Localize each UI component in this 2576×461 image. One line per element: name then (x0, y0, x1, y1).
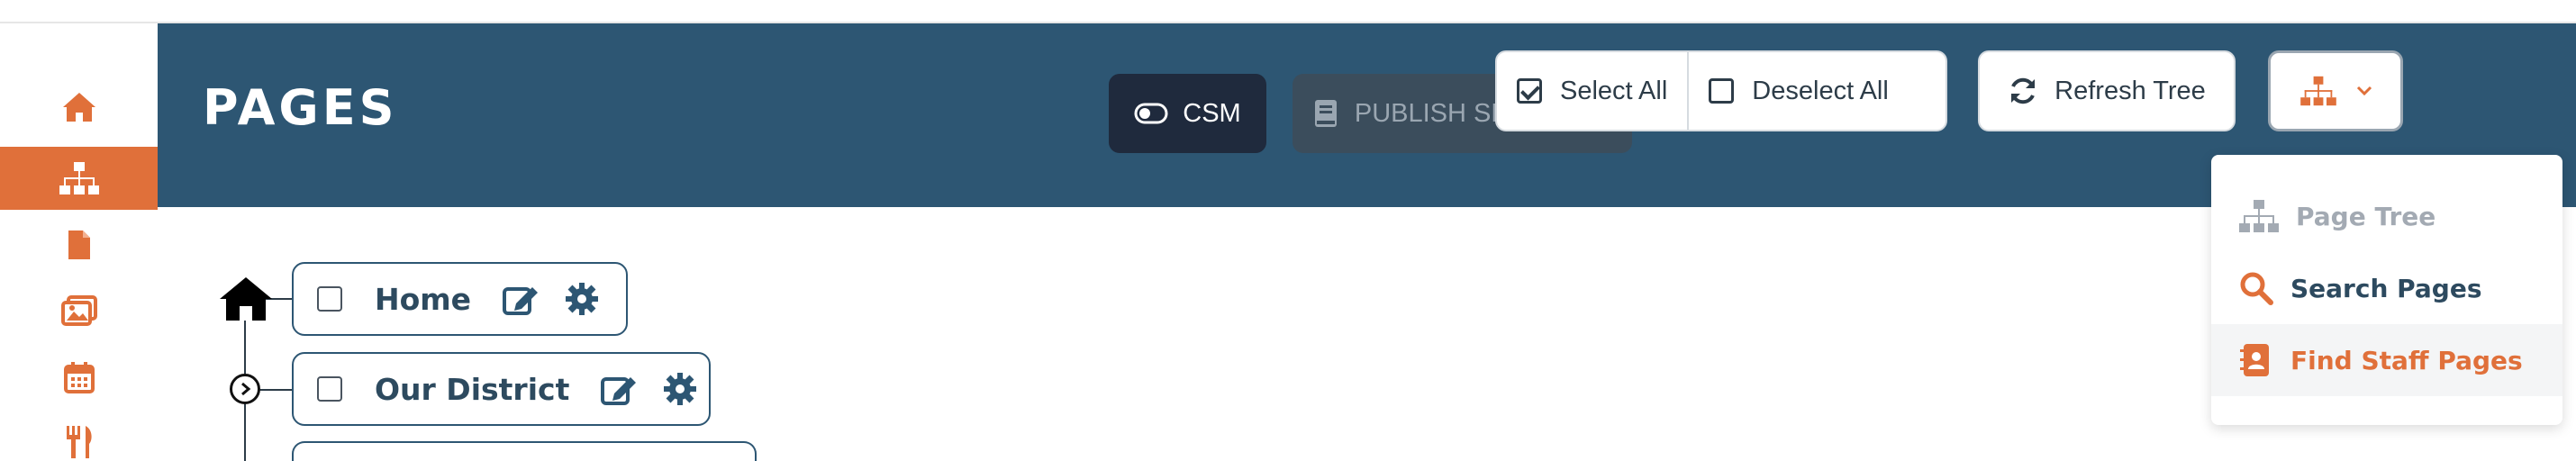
select-all-button[interactable]: Select All (1497, 52, 1687, 130)
address-book-icon (2240, 344, 2269, 376)
sitemap-icon (2300, 76, 2336, 106)
tree-node-our-district[interactable]: Our District (292, 352, 711, 426)
deselect-all-button[interactable]: Deselect All (1687, 52, 1909, 130)
select-all-label: Select All (1560, 76, 1668, 105)
tree-node-home[interactable]: Home (292, 262, 628, 336)
home-icon (62, 93, 95, 122)
search-icon (2240, 272, 2273, 305)
gear-icon[interactable] (565, 282, 599, 316)
csm-toggle-button[interactable]: CSM (1109, 74, 1266, 153)
dropdown-item-label: Page Tree (2296, 201, 2436, 231)
expand-toggle-icon[interactable] (230, 374, 260, 404)
tree-connector (259, 389, 292, 391)
checked-box-icon (1517, 78, 1542, 104)
dropdown-item-label: Search Pages (2290, 273, 2482, 303)
empty-box-icon (1709, 78, 1735, 104)
calendar-icon (63, 362, 95, 393)
utensils-icon (66, 426, 92, 458)
gear-icon[interactable] (663, 372, 697, 406)
tree-node-partial[interactable] (292, 441, 757, 461)
node-checkbox[interactable] (317, 376, 342, 402)
file-icon (68, 230, 90, 259)
sitemap-icon (2239, 200, 2279, 232)
sidebar-item-documents[interactable] (0, 213, 158, 276)
dropdown-item-label: Find Staff Pages (2290, 345, 2523, 375)
node-checkbox[interactable] (317, 286, 342, 312)
dropdown-item-find-staff-pages[interactable]: Find Staff Pages (2211, 324, 2562, 396)
sidebar (0, 23, 158, 461)
edit-icon[interactable] (502, 282, 540, 316)
sitemap-icon (59, 162, 99, 194)
refresh-icon (2011, 77, 2036, 104)
refresh-tree-button[interactable]: Refresh Tree (1978, 50, 2236, 131)
selection-button-group: Select All Deselect All (1495, 50, 1947, 131)
view-menu-button[interactable] (2268, 50, 2403, 131)
refresh-label: Refresh Tree (2054, 76, 2206, 105)
dropdown-item-page-tree[interactable]: Page Tree (2211, 180, 2562, 252)
deselect-all-label: Deselect All (1752, 76, 1889, 105)
dropdown-item-search-pages[interactable]: Search Pages (2211, 252, 2562, 324)
node-label[interactable]: Home (375, 282, 471, 317)
chevron-down-icon (2356, 86, 2372, 96)
sidebar-item-menus[interactable] (0, 411, 158, 461)
sidebar-item-media[interactable] (0, 279, 158, 342)
toggle-icon (1134, 103, 1168, 124)
sidebar-item-calendar[interactable] (0, 346, 158, 409)
sidebar-item-home[interactable] (0, 76, 158, 139)
sidebar-item-pages[interactable] (0, 147, 158, 210)
home-icon (218, 276, 274, 327)
view-dropdown-menu: Page Tree Search Pages Find Staff Pages (2211, 155, 2562, 425)
csm-label: CSM (1183, 98, 1241, 128)
edit-icon[interactable] (600, 372, 638, 406)
page-title: PAGES (203, 79, 398, 136)
images-icon (60, 295, 97, 326)
book-icon (1314, 100, 1337, 127)
top-bar (0, 0, 2576, 23)
node-label[interactable]: Our District (375, 372, 569, 407)
